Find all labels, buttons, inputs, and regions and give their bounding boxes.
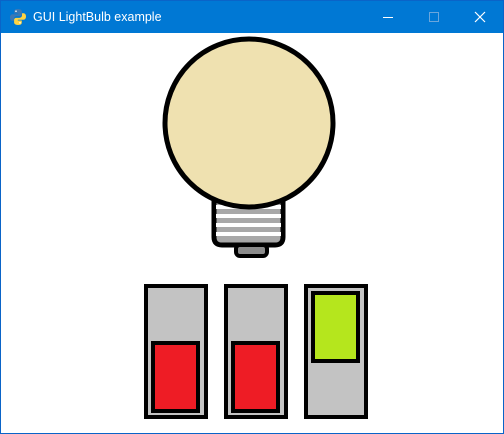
maximize-icon [429, 12, 439, 22]
switch-1[interactable] [144, 284, 208, 419]
bulb-glass [162, 36, 336, 210]
switch-3-knob [311, 291, 360, 363]
bulb-thread [216, 223, 281, 227]
window-title: GUI LightBulb example [33, 10, 162, 24]
lightbulb-canvas [144, 36, 368, 419]
app-window: GUI LightBulb example [0, 0, 504, 434]
minimize-button[interactable] [365, 1, 411, 33]
bulb-thread [216, 214, 281, 218]
maximize-button[interactable] [411, 1, 457, 33]
close-icon [474, 11, 486, 23]
bulb-contact [234, 243, 269, 258]
switch-2[interactable] [224, 284, 288, 419]
switch-1-knob [151, 341, 200, 413]
client-area [1, 33, 503, 433]
lightbulb[interactable] [162, 36, 336, 258]
bulb-thread [216, 232, 281, 236]
python-icon [10, 9, 26, 25]
close-button[interactable] [457, 1, 503, 33]
switch-2-knob [231, 341, 280, 413]
switch-3[interactable] [304, 284, 368, 419]
minimize-icon [383, 17, 393, 18]
title-bar[interactable]: GUI LightBulb example [1, 1, 503, 33]
